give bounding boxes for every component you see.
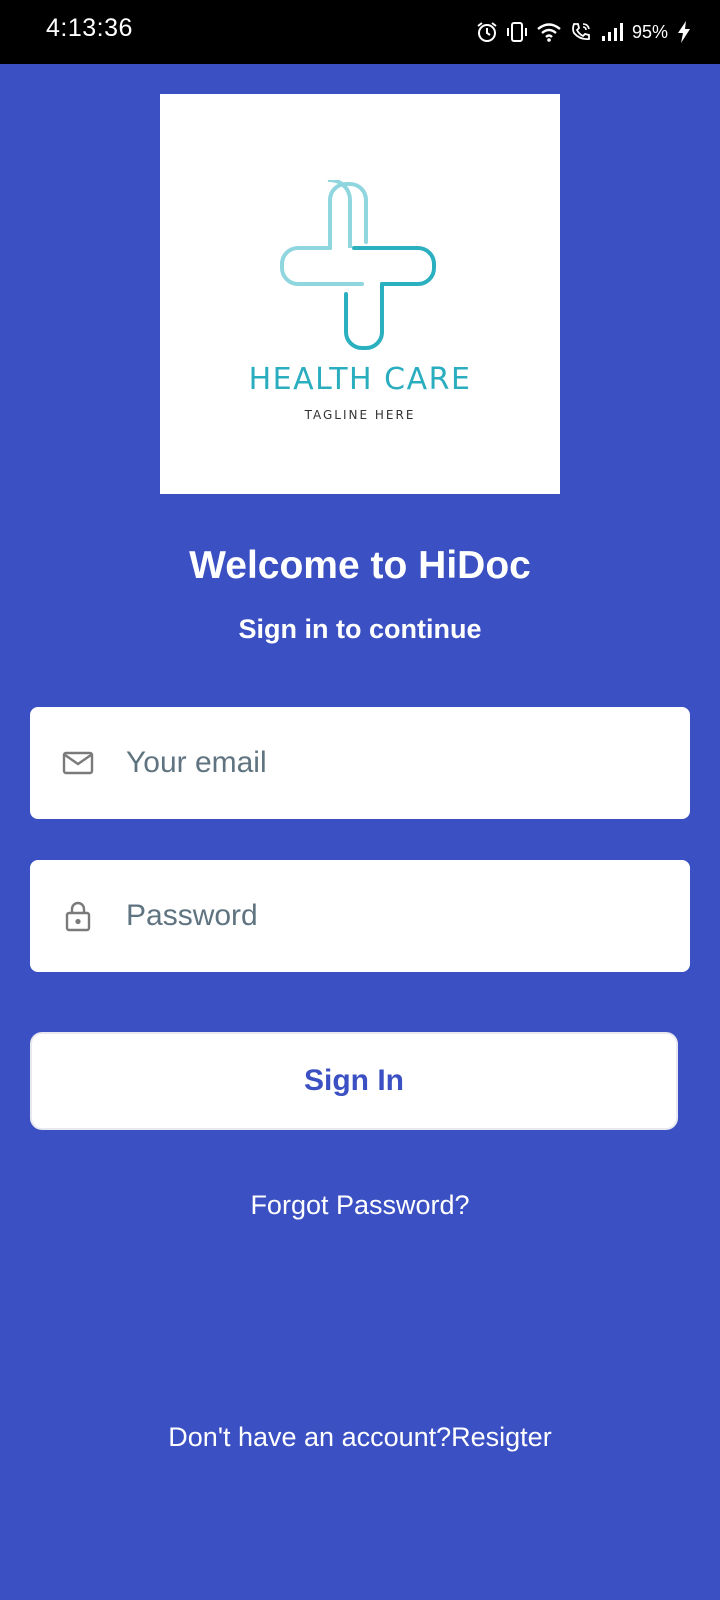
lock-icon	[62, 900, 94, 932]
status-bar: 4:13:36 95%	[0, 0, 720, 64]
wifi-calling-icon	[570, 21, 592, 43]
logo-tagline: TAGLINE HERE	[304, 408, 416, 422]
password-field[interactable]	[30, 860, 690, 972]
status-icons: 95%	[468, 16, 692, 48]
email-input[interactable]	[126, 707, 666, 819]
status-time: 4:13:36	[46, 14, 133, 42]
sign-in-button[interactable]: Sign In	[30, 1032, 678, 1130]
page-title: Welcome to HiDoc	[189, 544, 531, 587]
wifi-icon	[536, 21, 562, 43]
forgot-password-link[interactable]: Forgot Password?	[0, 1190, 720, 1221]
app-logo: HEALTH CARE TAGLINE HERE	[160, 94, 560, 494]
email-field[interactable]	[30, 707, 690, 819]
register-prompt: Don't have an account?Resigter	[0, 1422, 720, 1453]
mail-icon	[62, 747, 94, 779]
battery-percent: 95%	[631, 21, 668, 42]
page-subtitle: Sign in to continue	[238, 614, 482, 644]
register-prompt-text: Don't have an account?	[168, 1422, 452, 1452]
signal-icon	[600, 21, 626, 43]
alarm-icon	[476, 21, 498, 43]
vibrate-icon	[506, 21, 528, 43]
medical-cross-icon	[280, 180, 436, 350]
logo-title: HEALTH CARE	[248, 362, 472, 397]
register-link[interactable]: Resigter	[451, 1422, 552, 1452]
password-input[interactable]	[126, 860, 666, 972]
battery-charging-icon	[676, 20, 692, 44]
